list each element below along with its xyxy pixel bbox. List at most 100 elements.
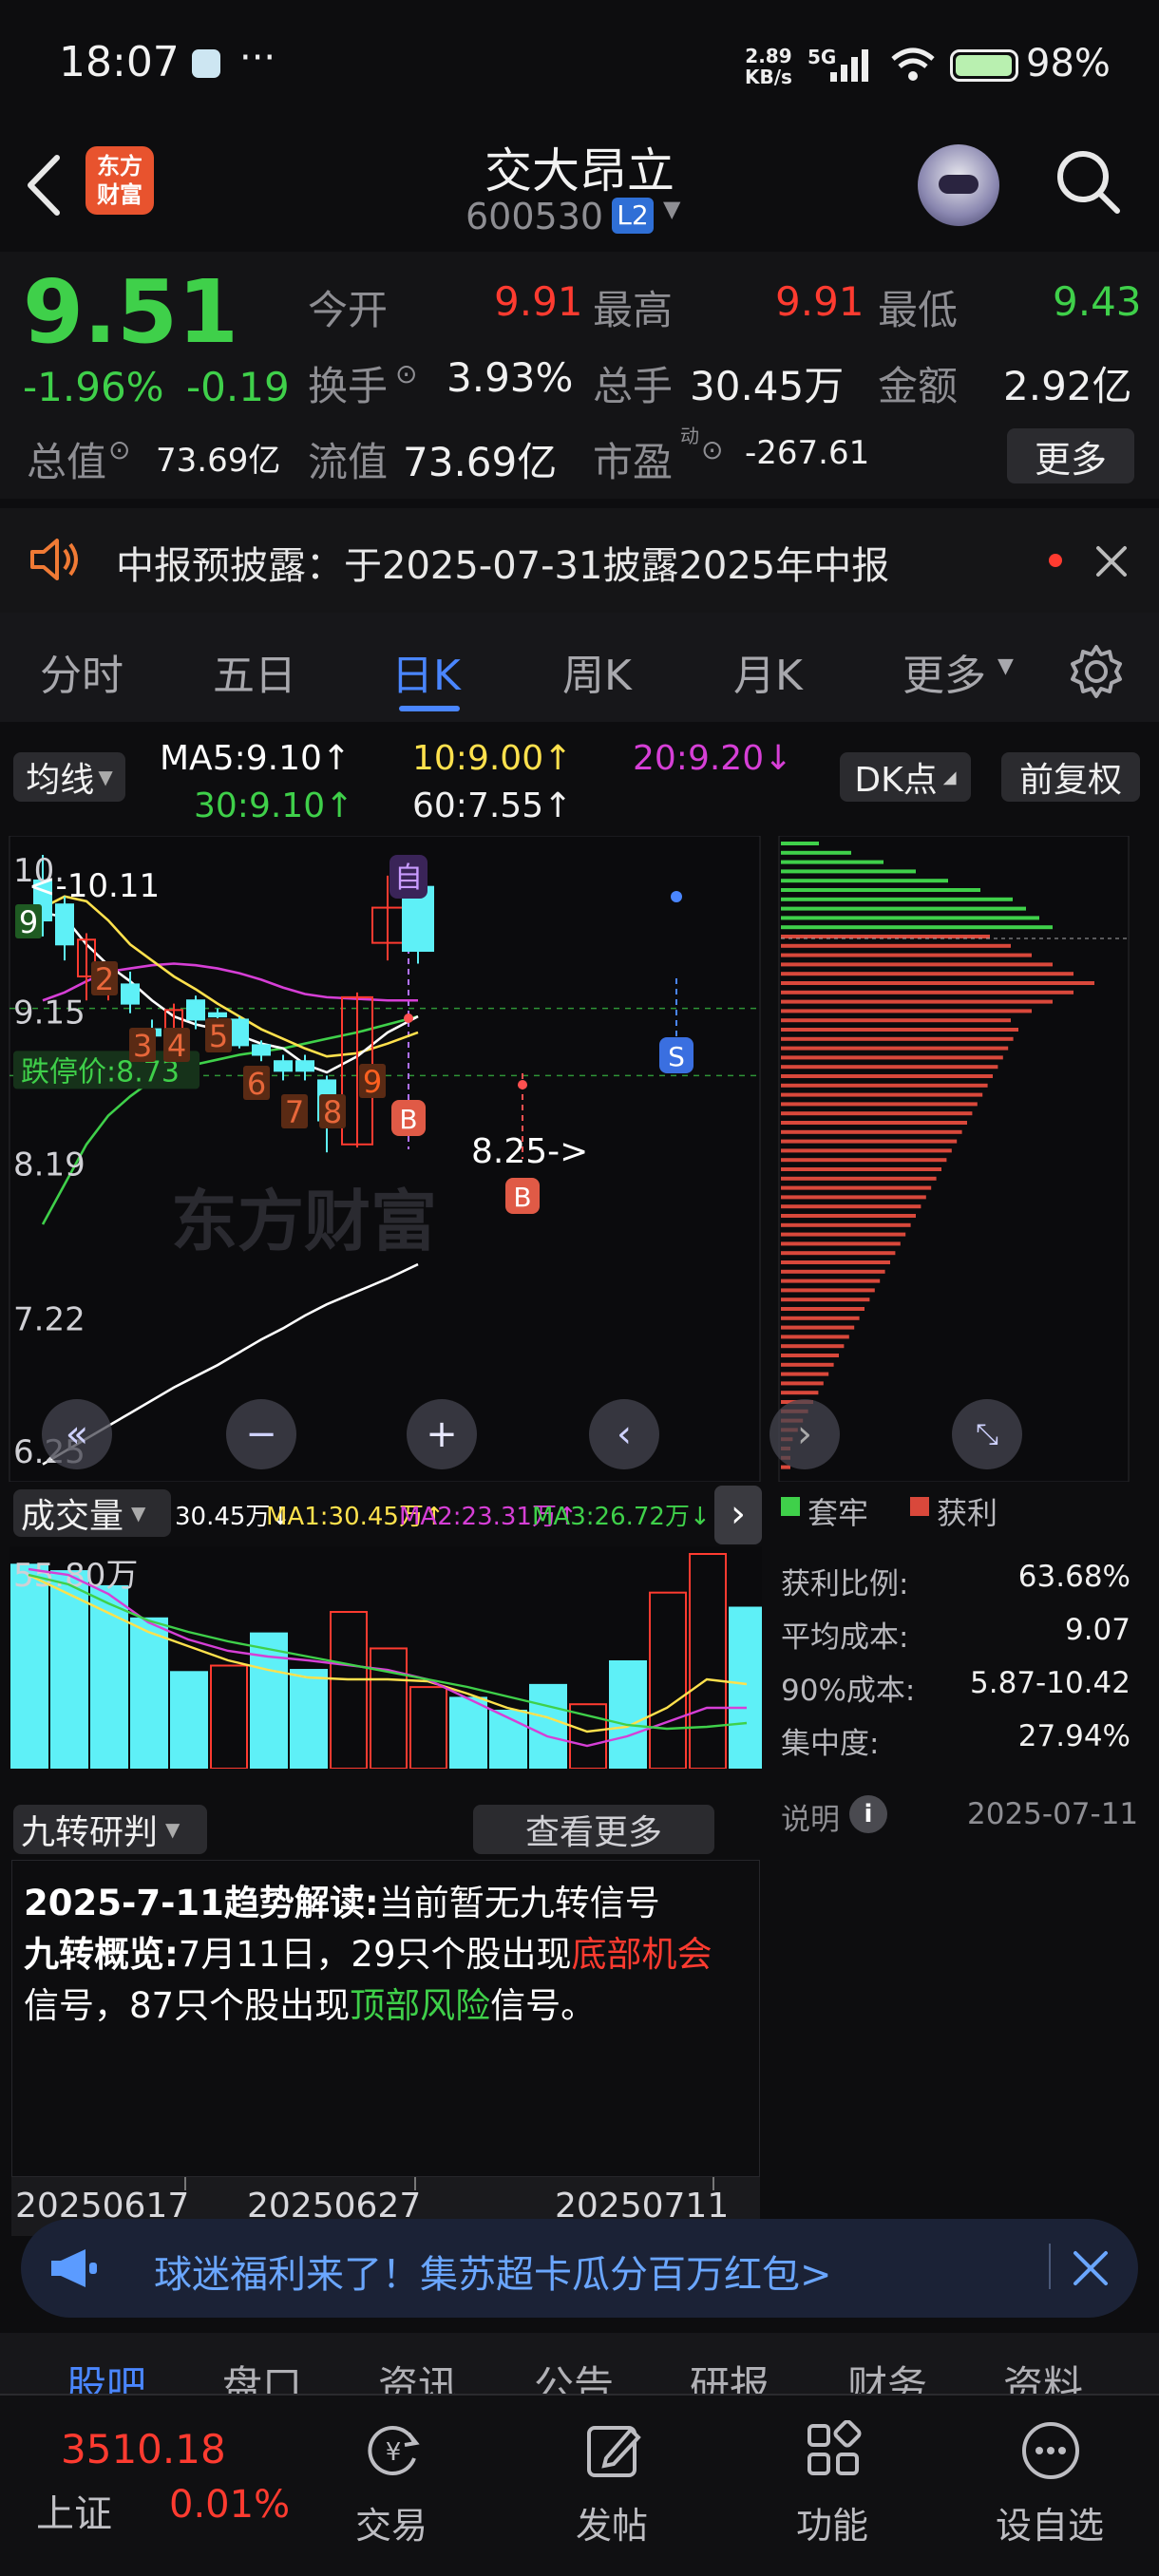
nav-add-watchlist[interactable]: 设自选 [988, 2413, 1112, 2565]
high-value: 9.91 [775, 278, 864, 325]
zoom-in-icon[interactable]: + [407, 1399, 477, 1469]
nine-turn-panel: 2025-7-11趋势解读:当前暂无九转信号 九转概览:7月11日，29只个股出… [11, 1860, 760, 2177]
legend-trap: 套牢 [808, 1495, 869, 1531]
stock-code: 600530 [466, 196, 604, 237]
candle-body [252, 1044, 271, 1056]
active-tab-indicator [399, 706, 460, 711]
promo-banner[interactable]: 球迷福利来了！集苏超卡瓜分百万红包> [21, 2219, 1138, 2318]
nine-turn-counter: 8 [323, 1094, 342, 1130]
period-tabs: 分时 五日 日K 周K 月K 更多 ▼ [0, 613, 1159, 722]
nine-turn-counter: 2 [95, 961, 114, 997]
tab-five-day[interactable]: 五日 [213, 641, 296, 702]
fullscreen-icon[interactable]: ⤡ [952, 1399, 1022, 1469]
battery-level: 98% [1026, 42, 1111, 85]
nine-turn-counter: 7 [285, 1094, 304, 1130]
battery-icon [950, 49, 1018, 82]
nav-trade[interactable]: ¥ 交易 [334, 2413, 448, 2565]
subtab-order-book[interactable]: 盘口 [222, 2354, 302, 2399]
subtab-news[interactable]: 资讯 [378, 2354, 458, 2399]
subtab-financials[interactable]: 财务 [847, 2354, 927, 2399]
chip-bar [781, 1307, 864, 1311]
status-time: 18:07 [59, 38, 180, 86]
nine-turn-selector[interactable]: 九转研判 ▼ [13, 1805, 207, 1854]
chip-stats: 获利比例: 63.68% 平均成本: 9.07 90%成本: 5.87-10.4… [781, 1560, 1130, 1772]
nav-functions[interactable]: 功能 [775, 2413, 889, 2565]
more-button[interactable]: 更多 [1007, 428, 1134, 483]
index-value[interactable]: 3510.18 [61, 2426, 226, 2472]
chevron-down-icon: ▼ [998, 654, 1014, 678]
ma-selector-button[interactable]: 均线 ▼ [13, 752, 125, 802]
chip-bar [781, 972, 1074, 976]
kline-chart[interactable]: 东方财富9.158.197.226.2510.<-10.118.25->跌停价:… [0, 836, 770, 1482]
chip-bar [781, 1214, 916, 1218]
yen-cycle-icon: ¥ [368, 2426, 420, 2475]
tab-daily-k[interactable]: 日K [391, 641, 461, 702]
chip-bar [781, 1102, 978, 1107]
volume-bar [489, 1709, 527, 1769]
search-icon[interactable] [1054, 148, 1123, 217]
subtab-profile[interactable]: 资料 [1003, 2354, 1083, 2399]
chip-bar [781, 1204, 922, 1209]
pe-label: 市盈 [593, 439, 674, 485]
notice-bar[interactable]: 中报预披露：于2025-07-31披露2025年中报 [0, 508, 1159, 613]
chip-bar [781, 1372, 829, 1376]
chip-bar [781, 1139, 958, 1144]
candle-body [295, 1060, 314, 1072]
banner-divider [1049, 2244, 1051, 2289]
mktcap-value: 73.69亿 [156, 442, 281, 480]
ma20-legend: 20:9.20↓ [633, 739, 793, 778]
subtab-announcements[interactable]: 公告 [534, 2354, 614, 2399]
volume-bar [449, 1696, 487, 1769]
volume-value: 30.45万 [690, 363, 845, 409]
index-name[interactable]: 上证 [36, 2483, 112, 2538]
rewind-icon[interactable]: « [42, 1399, 112, 1469]
info-icon[interactable]: ⊙ [108, 434, 130, 465]
volume-bar [130, 1617, 168, 1769]
gear-icon[interactable] [1068, 643, 1125, 700]
info-icon[interactable]: ⊙ [395, 358, 417, 389]
close-icon[interactable] [1094, 544, 1129, 578]
chip-stat-row: 集中度: 27.94% [781, 1719, 1130, 1761]
app-header: 东方 财富 交大昂立 600530 L2 ▼ [0, 133, 1159, 252]
change-amount: -0.19 [186, 364, 290, 410]
chip-bar [781, 1251, 896, 1256]
index-change[interactable]: 0.01% [169, 2483, 290, 2527]
chip-bar [781, 850, 851, 855]
chip-bar [781, 1232, 906, 1237]
chevron-right-icon[interactable]: › [770, 1399, 840, 1469]
wifi-icon [891, 47, 935, 81]
marker-dot [671, 891, 682, 902]
chevron-left-icon[interactable]: ‹ [589, 1399, 659, 1469]
dk-point-button[interactable]: DK点 ◢ [840, 752, 971, 802]
chip-bar [781, 888, 980, 892]
float-label: 流值 [308, 439, 389, 485]
info-icon[interactable]: ⊙ [701, 434, 723, 465]
chip-bar [781, 1055, 1003, 1060]
volume-indicator-selector[interactable]: 成交量 ▼ [13, 1489, 171, 1537]
tab-monthly-k[interactable]: 月K [733, 641, 803, 702]
tab-more[interactable]: 更多 [902, 641, 986, 702]
view-more-button[interactable]: 查看更多 [473, 1805, 714, 1854]
nine-turn-line-3: 信号，87只个股出现顶部风险信号。 [24, 1985, 597, 2026]
chip-bar [781, 1279, 881, 1283]
chevron-down-icon[interactable]: ▼ [663, 196, 680, 222]
info-icon[interactable]: i [849, 1795, 887, 1833]
turnover-label: 换手 [308, 363, 389, 409]
subtab-research[interactable]: 研报 [690, 2354, 770, 2399]
level2-badge[interactable]: L2 [612, 198, 654, 234]
subtab-forum[interactable]: 股吧 [66, 2354, 146, 2399]
volume-chart[interactable]: 55.80万 [10, 1546, 762, 1769]
marker-dot [518, 1080, 527, 1089]
zoom-out-icon[interactable]: − [226, 1399, 296, 1469]
close-icon[interactable] [1072, 2249, 1110, 2287]
tab-weekly-k[interactable]: 周K [562, 641, 632, 702]
y-axis-label: 7.22 [13, 1301, 86, 1339]
ma5-legend: MA5:9.10↑ [160, 739, 352, 778]
adjust-price-button[interactable]: 前复权 [1001, 752, 1140, 802]
volume-bar [10, 1563, 48, 1769]
buy-signal-label: B [513, 1182, 531, 1213]
nav-post[interactable]: 发帖 [555, 2413, 669, 2565]
tab-intraday[interactable]: 分时 [40, 641, 124, 702]
expand-arrow-icon[interactable]: › [714, 1486, 762, 1544]
robot-assistant-icon[interactable] [918, 144, 999, 226]
